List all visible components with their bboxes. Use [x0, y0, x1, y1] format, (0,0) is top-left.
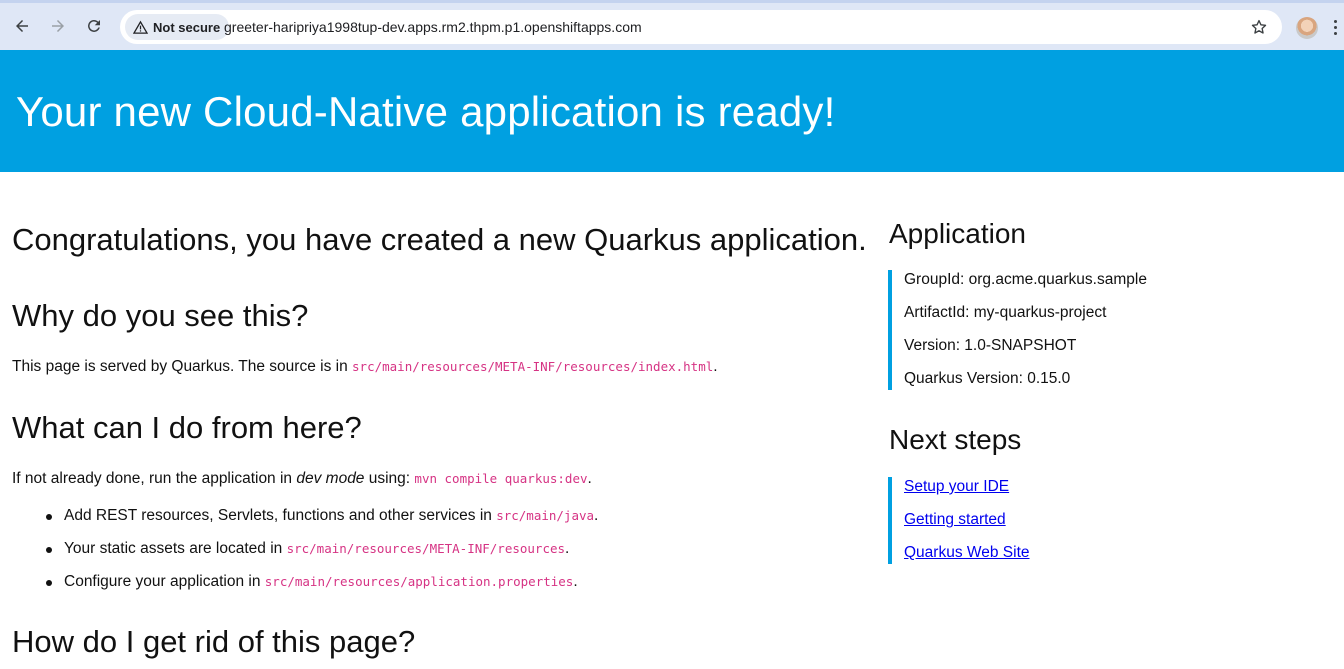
forward-arrow-icon: [52, 20, 64, 32]
back-arrow-icon: [16, 20, 28, 32]
setup-ide-link[interactable]: Setup your IDE: [904, 478, 1009, 495]
address-bar[interactable]: Not secure greeter-haripriya1998tup-dev.…: [120, 10, 1282, 44]
quarkus-version: Quarkus Version: 0.15.0: [904, 370, 1071, 387]
back-button[interactable]: [7, 11, 37, 41]
star-icon[interactable]: [1250, 18, 1268, 36]
artifact-id: ArtifactId: my-quarkus-project: [904, 304, 1107, 321]
url-text[interactable]: greeter-haripriya1998tup-dev.apps.rm2.th…: [224, 19, 642, 35]
profile-avatar[interactable]: [1296, 17, 1318, 39]
what-heading: What can I do from here?: [12, 410, 362, 445]
dev-command-code: mvn compile quarkus:dev: [414, 471, 588, 486]
congrats-heading: Congratulations, you have created a new …: [12, 222, 867, 257]
source-path-code: src/main/resources/META-INF/resources/in…: [352, 359, 714, 374]
getting-started-link[interactable]: Getting started: [904, 511, 1006, 528]
version: Version: 1.0-SNAPSHOT: [904, 337, 1077, 354]
kebab-menu-icon[interactable]: [1334, 20, 1338, 36]
rid-heading: How do I get rid of this page?: [12, 624, 416, 659]
application-info-list: GroupId: org.acme.quarkus.sample Artifac…: [888, 270, 1147, 390]
why-paragraph: This page is served by Quarkus. The sour…: [12, 358, 718, 375]
security-chip[interactable]: Not secure: [125, 14, 230, 40]
dev-mode-emphasis: dev mode: [296, 470, 365, 487]
forward-button[interactable]: [43, 11, 73, 41]
list-item: Configure your application in src/main/r…: [46, 573, 578, 590]
security-label: Not secure: [153, 19, 221, 35]
browser-toolbar: Not secure greeter-haripriya1998tup-dev.…: [0, 0, 1344, 50]
list-item: Your static assets are located in src/ma…: [45, 540, 570, 557]
page-banner: Your new Cloud-Native application is rea…: [0, 50, 1344, 172]
group-id: GroupId: org.acme.quarkus.sample: [904, 271, 1147, 288]
application-heading: Application: [889, 218, 1026, 249]
next-steps-heading: Next steps: [889, 424, 1022, 455]
reload-button[interactable]: [79, 11, 109, 41]
next-steps-list: Setup your IDE Getting started Quarkus W…: [888, 477, 1030, 564]
quarkus-web-site-link[interactable]: Quarkus Web Site: [904, 544, 1030, 561]
dev-mode-paragraph: If not already done, run the application…: [12, 470, 592, 487]
warning-triangle-icon: [133, 20, 148, 34]
why-heading: Why do you see this?: [12, 298, 309, 333]
reload-icon: [88, 19, 100, 32]
list-item: Add REST resources, Servlets, functions …: [45, 507, 599, 524]
banner-title: Your new Cloud-Native application is rea…: [16, 88, 836, 135]
